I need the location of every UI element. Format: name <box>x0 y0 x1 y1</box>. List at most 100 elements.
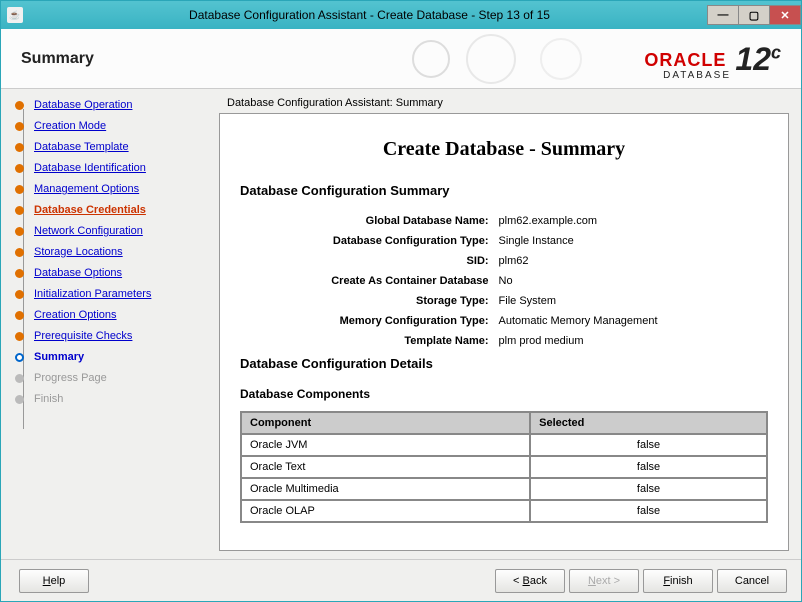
table-row: Oracle Multimediafalse <box>242 479 766 499</box>
step-dot-icon <box>15 311 24 320</box>
summary-label: Database Configuration Type: <box>242 232 493 250</box>
step-label: Database Template <box>34 141 129 153</box>
summary-value: Automatic Memory Management <box>495 312 766 330</box>
step-database-operation[interactable]: Database Operation <box>15 99 205 111</box>
step-dot-icon <box>15 332 24 341</box>
step-label: Database Identification <box>34 162 146 174</box>
step-dot-icon <box>15 374 24 383</box>
oracle-logo: ORACLE 12c DATABASE <box>644 37 781 81</box>
header: Summary ORACLE 12c DATABASE <box>1 29 801 89</box>
step-progress-page: Progress Page <box>15 372 205 384</box>
minimize-button[interactable]: — <box>707 5 739 25</box>
summary-value: File System <box>495 292 766 310</box>
logo-brand: ORACLE <box>644 50 726 71</box>
summary-row: Global Database Name:plm62.example.com <box>242 212 766 230</box>
step-label: Management Options <box>34 183 139 195</box>
step-database-template[interactable]: Database Template <box>15 141 205 153</box>
app-window: ☕ Database Configuration Assistant - Cre… <box>0 0 802 602</box>
step-label: Creation Options <box>34 309 117 321</box>
summary-row: Storage Type:File System <box>242 292 766 310</box>
component-name: Oracle Multimedia <box>242 479 529 499</box>
step-dot-icon <box>15 164 24 173</box>
back-button[interactable]: < Back <box>495 569 565 593</box>
step-label: Database Credentials <box>34 204 146 216</box>
body: Database Operation Creation Mode Database … <box>1 89 801 559</box>
step-dot-icon <box>15 395 24 404</box>
main-panel: Database Configuration Assistant: Summar… <box>211 89 801 559</box>
step-label: Creation Mode <box>34 120 106 132</box>
summary-row: Create As Container DatabaseNo <box>242 272 766 290</box>
step-prerequisite-checks[interactable]: Prerequisite Checks <box>15 330 205 342</box>
window-title: Database Configuration Assistant - Creat… <box>31 8 708 22</box>
component-name: Oracle OLAP <box>242 501 529 521</box>
step-database-options[interactable]: Database Options <box>15 267 205 279</box>
step-label: Summary <box>34 351 84 363</box>
summary-label: Global Database Name: <box>242 212 493 230</box>
step-management-options[interactable]: Management Options <box>15 183 205 195</box>
col-component: Component <box>242 413 529 433</box>
step-initialization-parameters[interactable]: Initialization Parameters <box>15 288 205 300</box>
step-dot-icon <box>15 290 24 299</box>
component-selected: false <box>531 435 766 455</box>
finish-button[interactable]: Finish <box>643 569 713 593</box>
step-dot-icon <box>15 269 24 278</box>
summary-scroll[interactable]: Create Database - Summary Database Confi… <box>220 114 788 550</box>
summary-label: Template Name: <box>242 332 493 350</box>
summary-label: Memory Configuration Type: <box>242 312 493 330</box>
summary-value: Single Instance <box>495 232 766 250</box>
summary-value: plm62.example.com <box>495 212 766 230</box>
config-details-title: Database Configuration Details <box>240 356 768 371</box>
sidebar: Database Operation Creation Mode Database … <box>1 89 211 559</box>
summary-value: No <box>495 272 766 290</box>
components-table: Component Selected Oracle JVMfalseOracle… <box>240 411 768 523</box>
component-selected: false <box>531 457 766 477</box>
step-storage-locations[interactable]: Storage Locations <box>15 246 205 258</box>
summary-row: Template Name:plm prod medium <box>242 332 766 350</box>
component-name: Oracle Text <box>242 457 529 477</box>
summary-row: Memory Configuration Type:Automatic Memo… <box>242 312 766 330</box>
step-database-identification[interactable]: Database Identification <box>15 162 205 174</box>
summary-value: plm62 <box>495 252 766 270</box>
summary-frame: Create Database - Summary Database Confi… <box>219 113 789 551</box>
summary-row: Database Configuration Type:Single Insta… <box>242 232 766 250</box>
window-controls: — ▢ ✕ <box>708 5 801 25</box>
step-creation-options[interactable]: Creation Options <box>15 309 205 321</box>
summary-heading: Create Database - Summary <box>240 138 768 161</box>
step-creation-mode[interactable]: Creation Mode <box>15 120 205 132</box>
summary-value: plm prod medium <box>495 332 766 350</box>
summary-row: SID:plm62 <box>242 252 766 270</box>
close-button[interactable]: ✕ <box>769 5 801 25</box>
step-summary[interactable]: Summary <box>15 351 205 363</box>
step-dot-icon <box>15 101 24 110</box>
summary-label: Create As Container Database <box>242 272 493 290</box>
breadcrumb: Database Configuration Assistant: Summar… <box>227 97 789 109</box>
logo-version: 12c <box>735 41 781 78</box>
step-label: Initialization Parameters <box>34 288 151 300</box>
help-button[interactable]: Help <box>19 569 89 593</box>
components-title: Database Components <box>240 387 768 401</box>
step-dot-icon <box>15 185 24 194</box>
page-title: Summary <box>21 50 94 68</box>
step-label: Network Configuration <box>34 225 143 237</box>
step-database-credentials[interactable]: Database Credentials <box>15 204 205 216</box>
col-selected: Selected <box>531 413 766 433</box>
maximize-button[interactable]: ▢ <box>738 5 770 25</box>
step-dot-icon <box>15 227 24 236</box>
step-label: Prerequisite Checks <box>34 330 132 342</box>
footer: Help < Back Next > Finish Cancel <box>1 559 801 601</box>
step-label: Finish <box>34 393 63 405</box>
step-label: Storage Locations <box>34 246 123 258</box>
step-network-configuration[interactable]: Network Configuration <box>15 225 205 237</box>
component-selected: false <box>531 479 766 499</box>
table-row: Oracle OLAPfalse <box>242 501 766 521</box>
component-name: Oracle JVM <box>242 435 529 455</box>
step-dot-icon <box>15 122 24 131</box>
step-label: Progress Page <box>34 372 107 384</box>
step-dot-icon <box>15 353 24 362</box>
cancel-button[interactable]: Cancel <box>717 569 787 593</box>
step-label: Database Options <box>34 267 122 279</box>
table-row: Oracle Textfalse <box>242 457 766 477</box>
config-summary-title: Database Configuration Summary <box>240 183 768 198</box>
component-selected: false <box>531 501 766 521</box>
config-summary-table: Global Database Name:plm62.example.comDa… <box>240 210 768 352</box>
